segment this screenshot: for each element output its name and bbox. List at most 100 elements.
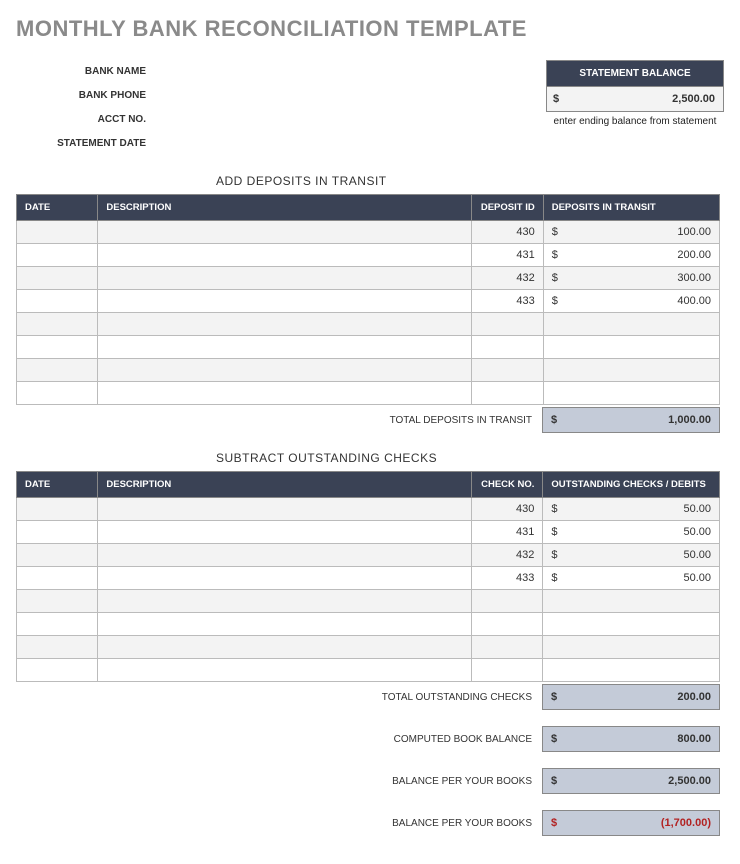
- cell-desc[interactable]: [98, 313, 472, 336]
- cell-amount[interactable]: $50.00: [543, 498, 720, 521]
- cell-amount[interactable]: $50.00: [543, 567, 720, 590]
- cell-date[interactable]: [17, 244, 98, 267]
- cell-date[interactable]: [17, 359, 98, 382]
- label-bank-phone: BANK PHONE: [16, 84, 156, 108]
- cell-desc[interactable]: [98, 244, 472, 267]
- currency-symbol: $: [551, 549, 565, 561]
- cell-date[interactable]: [17, 659, 98, 682]
- currency-symbol: $: [552, 249, 566, 261]
- summary-label: BALANCE PER YOUR BOOKS: [16, 818, 542, 829]
- cell-id[interactable]: [471, 336, 543, 359]
- table-row: 432$300.00: [17, 267, 720, 290]
- summary-box: $(1,700.00): [542, 810, 720, 836]
- th-deposits-amount: DEPOSITS IN TRANSIT: [543, 195, 719, 221]
- label-statement-date: STATEMENT DATE: [16, 132, 156, 156]
- cell-id[interactable]: 432: [471, 267, 543, 290]
- cell-date[interactable]: [17, 336, 98, 359]
- cell-desc[interactable]: [98, 267, 472, 290]
- cell-amount[interactable]: [543, 382, 719, 405]
- cell-date[interactable]: [17, 636, 98, 659]
- cell-id[interactable]: 431: [471, 521, 543, 544]
- cell-amount[interactable]: [543, 313, 719, 336]
- deposits-table: DATE DESCRIPTION DEPOSIT ID DEPOSITS IN …: [16, 194, 720, 405]
- currency-symbol: $: [551, 733, 565, 745]
- table-row: [17, 613, 720, 636]
- currency-symbol: $: [551, 691, 565, 703]
- cell-amount[interactable]: [543, 659, 720, 682]
- cell-amount[interactable]: [543, 590, 720, 613]
- cell-date[interactable]: [17, 590, 98, 613]
- checks-section-title: SUBTRACT OUTSTANDING CHECKS: [216, 451, 724, 465]
- table-row: 432$50.00: [17, 544, 720, 567]
- cell-id[interactable]: 432: [471, 544, 543, 567]
- cell-desc[interactable]: [98, 336, 472, 359]
- summary-amount: 2,500.00: [565, 775, 711, 787]
- amount-value: 50.00: [565, 549, 711, 561]
- currency-symbol: $: [552, 295, 566, 307]
- th-date: DATE: [17, 195, 98, 221]
- cell-id[interactable]: 433: [471, 290, 543, 313]
- cell-amount[interactable]: [543, 336, 719, 359]
- summary-amount: 800.00: [565, 733, 711, 745]
- cell-amount[interactable]: $200.00: [543, 244, 719, 267]
- cell-desc[interactable]: [98, 544, 471, 567]
- cell-desc[interactable]: [98, 498, 471, 521]
- cell-amount[interactable]: $50.00: [543, 521, 720, 544]
- table-row: [17, 636, 720, 659]
- cell-date[interactable]: [17, 498, 98, 521]
- cell-id[interactable]: [471, 382, 543, 405]
- summary-label: BALANCE PER YOUR BOOKS: [16, 776, 542, 787]
- checks-total-box: $ 200.00: [542, 684, 720, 710]
- cell-id[interactable]: [471, 313, 543, 336]
- cell-amount[interactable]: $50.00: [543, 544, 720, 567]
- checks-table: DATE DESCRIPTION CHECK NO. OUTSTANDING C…: [16, 471, 720, 682]
- cell-id[interactable]: [471, 659, 543, 682]
- cell-desc[interactable]: [98, 359, 472, 382]
- currency-symbol: $: [552, 272, 566, 284]
- cell-id[interactable]: [471, 613, 543, 636]
- cell-date[interactable]: [17, 267, 98, 290]
- th-date: DATE: [17, 472, 98, 498]
- cell-date[interactable]: [17, 521, 98, 544]
- table-row: 431$200.00: [17, 244, 720, 267]
- cell-desc[interactable]: [98, 290, 472, 313]
- cell-amount[interactable]: [543, 613, 720, 636]
- cell-desc[interactable]: [98, 636, 471, 659]
- table-row: [17, 359, 720, 382]
- cell-amount[interactable]: $400.00: [543, 290, 719, 313]
- deposits-total-amount: 1,000.00: [565, 414, 711, 426]
- cell-date[interactable]: [17, 290, 98, 313]
- cell-id[interactable]: 430: [471, 221, 543, 244]
- cell-desc[interactable]: [98, 659, 471, 682]
- cell-desc[interactable]: [98, 382, 472, 405]
- cell-date[interactable]: [17, 313, 98, 336]
- cell-id[interactable]: [471, 636, 543, 659]
- page-title: MONTHLY BANK RECONCILIATION TEMPLATE: [16, 16, 724, 42]
- cell-id[interactable]: [471, 359, 543, 382]
- table-row: 433$400.00: [17, 290, 720, 313]
- cell-amount[interactable]: $300.00: [543, 267, 719, 290]
- currency-symbol: $: [551, 414, 565, 426]
- cell-amount[interactable]: $100.00: [543, 221, 719, 244]
- cell-desc[interactable]: [98, 590, 471, 613]
- cell-id[interactable]: 430: [471, 498, 543, 521]
- cell-date[interactable]: [17, 221, 98, 244]
- cell-desc[interactable]: [98, 221, 472, 244]
- cell-desc[interactable]: [98, 567, 471, 590]
- cell-date[interactable]: [17, 544, 98, 567]
- th-deposit-id: DEPOSIT ID: [471, 195, 543, 221]
- cell-amount[interactable]: [543, 359, 719, 382]
- summary-box: $2,500.00: [542, 768, 720, 794]
- cell-id[interactable]: 431: [471, 244, 543, 267]
- cell-id[interactable]: 433: [471, 567, 543, 590]
- currency-symbol: $: [551, 817, 565, 829]
- cell-id[interactable]: [471, 590, 543, 613]
- cell-amount[interactable]: [543, 636, 720, 659]
- amount-value: 50.00: [565, 503, 711, 515]
- cell-date[interactable]: [17, 567, 98, 590]
- cell-date[interactable]: [17, 382, 98, 405]
- cell-date[interactable]: [17, 613, 98, 636]
- cell-desc[interactable]: [98, 521, 471, 544]
- cell-desc[interactable]: [98, 613, 471, 636]
- info-labels: BANK NAME BANK PHONE ACCT NO. STATEMENT …: [16, 60, 156, 156]
